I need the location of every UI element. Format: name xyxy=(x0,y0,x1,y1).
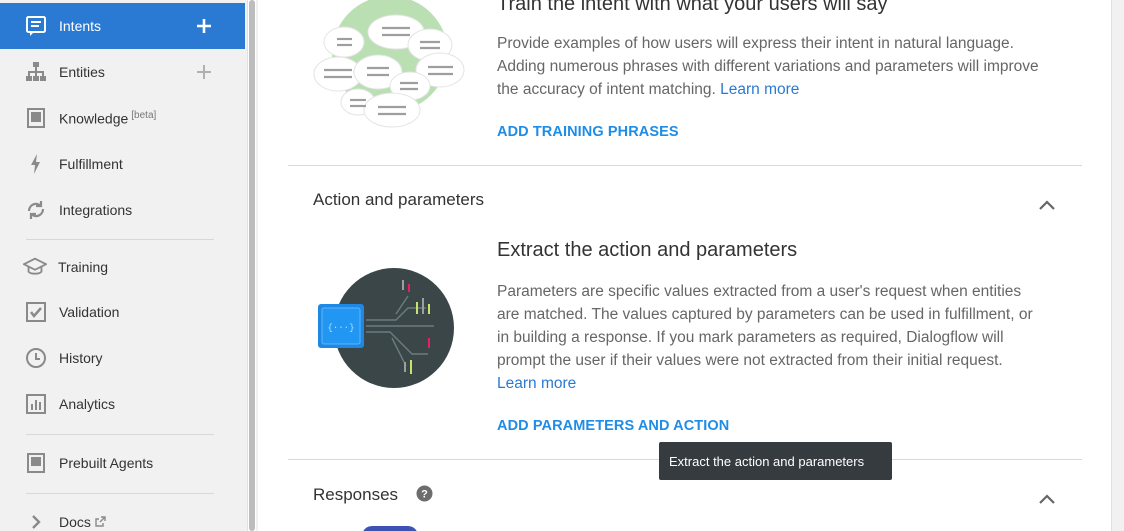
action-section-title: Action and parameters xyxy=(313,190,485,209)
sidebar-item-label: Fulfillment xyxy=(59,156,123,172)
divider xyxy=(26,493,214,494)
chevron-right-icon xyxy=(24,510,48,531)
training-description: Provide examples of how users will expre… xyxy=(497,32,1042,101)
sidebar-item-label: Entities xyxy=(59,64,105,80)
responses-illustration xyxy=(362,526,418,531)
sidebar-item-knowledge[interactable]: Knowledge [beta] xyxy=(0,95,245,141)
sidebar-item-history[interactable]: History xyxy=(0,335,245,381)
training-heading: Train the intent with what your users wi… xyxy=(497,0,888,15)
sidebar-item-docs[interactable]: Docs xyxy=(0,499,245,531)
clock-icon xyxy=(24,346,48,370)
divider xyxy=(26,239,214,240)
sidebar-scrollbar-thumb[interactable] xyxy=(249,0,255,531)
add-intent-button[interactable] xyxy=(193,15,215,37)
collapse-chevron-icon[interactable] xyxy=(1036,489,1058,511)
sidebar-item-label: Training xyxy=(58,259,109,275)
chat-icon xyxy=(24,14,48,38)
collapse-chevron-icon[interactable] xyxy=(1036,195,1058,217)
add-entity-button[interactable] xyxy=(193,61,215,83)
action-heading: Extract the action and parameters xyxy=(497,239,798,261)
tooltip: Extract the action and parameters xyxy=(659,442,892,480)
graduation-cap-icon xyxy=(23,255,47,279)
sidebar-item-analytics[interactable]: Analytics xyxy=(0,381,245,427)
external-link-icon xyxy=(95,514,106,530)
sidebar-item-fulfillment[interactable]: Fulfillment xyxy=(0,141,245,187)
tablet-icon xyxy=(24,451,48,475)
sidebar-item-integrations[interactable]: Integrations xyxy=(0,187,245,233)
bar-chart-icon xyxy=(24,392,48,416)
help-icon[interactable]: ? xyxy=(416,485,433,502)
sidebar-item-label: Docs xyxy=(59,514,91,530)
sidebar-item-entities[interactable]: Entities xyxy=(0,49,245,95)
sidebar-item-label: History xyxy=(59,350,103,366)
sidebar: Intents Entities Knowledge [beta] Fulfill… xyxy=(0,0,247,531)
section-divider xyxy=(288,165,1082,166)
action-learn-more-link[interactable]: Learn more xyxy=(497,375,576,392)
sidebar-item-label: Analytics xyxy=(59,396,116,412)
svg-text:?: ? xyxy=(421,489,428,501)
checkbox-icon xyxy=(24,300,48,324)
sidebar-item-label: Prebuilt Agents xyxy=(59,455,154,471)
action-description-text: Parameters are specific values extracted… xyxy=(497,283,1033,369)
add-parameters-and-action-button[interactable]: ADD PARAMETERS AND ACTION xyxy=(497,418,729,434)
sidebar-item-validation[interactable]: Validation xyxy=(0,289,245,335)
divider xyxy=(26,434,214,435)
svg-text:{···}: {···} xyxy=(327,323,354,333)
sitemap-icon xyxy=(24,60,48,84)
sidebar-item-intents[interactable]: Intents xyxy=(0,3,245,49)
sidebar-item-label-wrap: Docs xyxy=(59,514,106,530)
sidebar-item-label-wrap: Knowledge [beta] xyxy=(59,110,156,127)
sidebar-item-label: Knowledge xyxy=(59,110,129,127)
responses-section-title: Responses xyxy=(313,485,399,504)
book-icon xyxy=(24,106,48,130)
action-parameters-illustration: {···} xyxy=(316,266,456,395)
sync-icon xyxy=(24,198,48,222)
sidebar-item-prebuilt-agents[interactable]: Prebuilt Agents xyxy=(0,440,245,486)
sidebar-item-label: Integrations xyxy=(59,202,133,218)
add-training-phrases-button[interactable]: ADD TRAINING PHRASES xyxy=(497,124,679,140)
bolt-icon xyxy=(24,152,48,176)
training-learn-more-link[interactable]: Learn more xyxy=(720,81,799,98)
training-phrases-illustration xyxy=(312,0,468,141)
sidebar-item-training[interactable]: Training xyxy=(0,244,245,290)
sidebar-item-label: Validation xyxy=(59,304,120,320)
sidebar-item-label: Intents xyxy=(59,18,102,34)
beta-badge: [beta] xyxy=(131,109,157,121)
action-description: Parameters are specific values extracted… xyxy=(497,280,1042,395)
